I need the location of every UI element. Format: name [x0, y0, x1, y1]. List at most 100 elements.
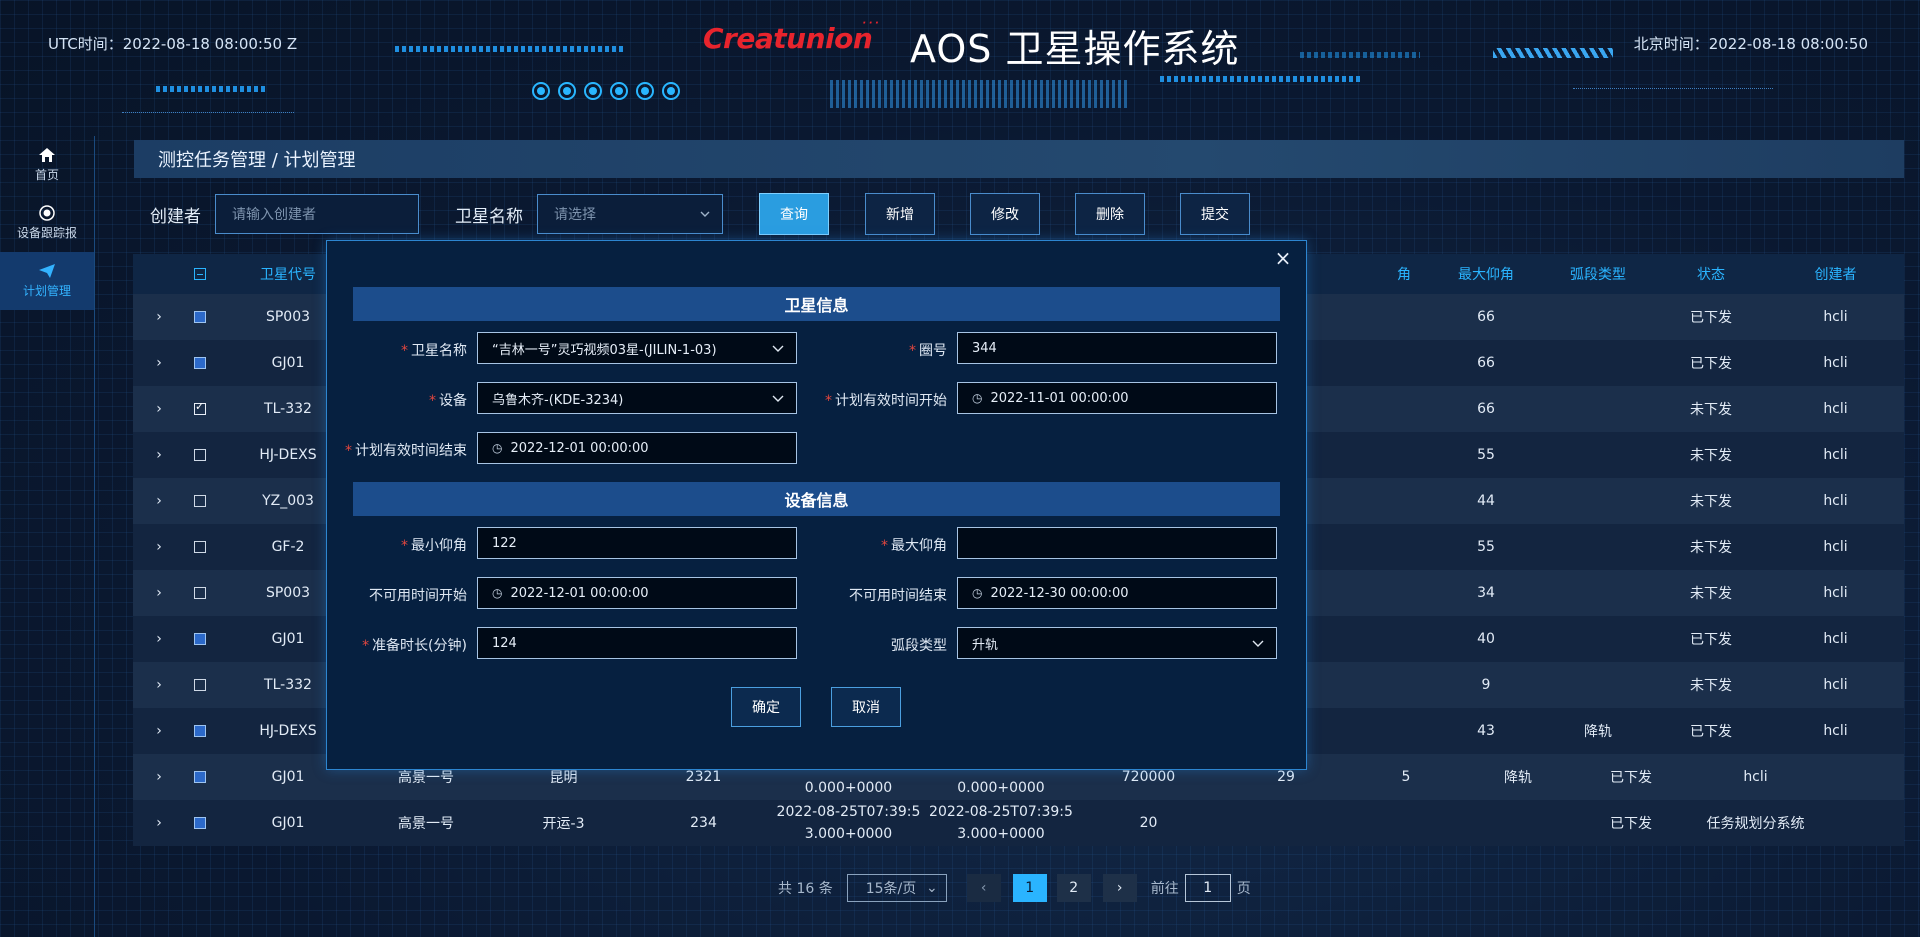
cell-status: 未下发	[1690, 540, 1732, 556]
cell-site: 昆明	[549, 770, 578, 786]
checkbox-icon	[194, 725, 206, 737]
cell-creator: hcli	[1823, 539, 1848, 555]
submit-button[interactable]: 提交	[1180, 193, 1250, 235]
row-checkbox[interactable]	[185, 815, 215, 831]
arc-type-select[interactable]: 升轨	[957, 627, 1277, 659]
min-elev-value: 122	[492, 535, 517, 551]
confirm-button[interactable]: 确定	[731, 687, 801, 727]
col-creator-header: 创建者	[1814, 267, 1857, 283]
prep-input[interactable]: 124	[477, 627, 797, 659]
page-2-button[interactable]: 2	[1056, 874, 1091, 902]
app-header: UTC时间：2022-08-18 08:00:50 Z Creatunion · …	[0, 0, 1920, 120]
row-checkbox[interactable]	[185, 631, 215, 647]
creator-placeholder: 请输入创建者	[232, 207, 316, 223]
header-deco-dash	[1160, 76, 1360, 82]
row-checkbox[interactable]	[185, 447, 215, 463]
add-button[interactable]: 新增	[865, 193, 935, 235]
delete-button[interactable]: 删除	[1075, 193, 1145, 235]
prev-page-button[interactable]: ‹	[966, 874, 1001, 902]
checkbox-icon	[194, 541, 206, 553]
expand-chevron-icon[interactable]: ›	[133, 401, 185, 417]
close-icon[interactable]: ×	[1274, 248, 1292, 268]
sidebar: 首页 设备跟踪报 计划管理	[0, 136, 95, 937]
cell-creator: hcli	[1823, 355, 1848, 371]
satellite-select[interactable]: 请选择	[537, 194, 723, 234]
chevron-down-icon	[700, 211, 710, 217]
unavail-start-value: 2022-12-01 00:00:00	[510, 585, 649, 601]
table-row[interactable]: › GJ01 高景一号 开运-3 234 2022-08-25T07:39:5 3…	[133, 800, 1904, 846]
expand-chevron-icon[interactable]: ›	[133, 677, 185, 693]
sat-name-select[interactable]: “吉林一号”灵巧视频03星-(JILIN-1-03)	[477, 332, 797, 364]
header-deco-dash	[156, 86, 266, 92]
checkbox-icon	[194, 311, 206, 323]
chevron-down-icon	[772, 345, 784, 352]
row-checkbox[interactable]	[185, 585, 215, 601]
expand-chevron-icon[interactable]: ›	[133, 355, 185, 371]
expand-chevron-icon[interactable]: ›	[133, 585, 185, 601]
creator-input[interactable]: 请输入创建者	[215, 194, 419, 234]
checkbox-icon	[194, 771, 206, 783]
row-checkbox[interactable]	[185, 309, 215, 325]
status-dot-icon	[584, 82, 602, 100]
expand-chevron-icon[interactable]: ›	[133, 631, 185, 647]
row-checkbox[interactable]	[185, 355, 215, 371]
cell-time-end: 2022-08-25T07:39:5 3.000+0000	[929, 804, 1073, 842]
sidebar-item-plan[interactable]: 计划管理	[0, 252, 94, 310]
col-status-header: 状态	[1697, 267, 1725, 283]
sidebar-item-label: 设备跟踪报	[16, 226, 77, 240]
plan-end-picker[interactable]: ◷ 2022-12-01 00:00:00	[477, 432, 797, 464]
row-checkbox[interactable]	[185, 493, 215, 509]
expand-chevron-icon[interactable]: ›	[133, 447, 185, 463]
cell-max-elev: 55	[1477, 539, 1495, 555]
status-dot-icon	[636, 82, 654, 100]
plan-start-picker[interactable]: ◷ 2022-11-01 00:00:00	[957, 382, 1277, 414]
device-select[interactable]: 乌鲁木齐-(KDE-3234)	[477, 382, 797, 414]
cell-number: 234	[690, 815, 717, 831]
edit-button[interactable]: 修改	[970, 193, 1040, 235]
plan-edit-dialog: × 卫星信息 * 卫星名称 “吉林一号”灵巧视频03星-(JILIN-1-03) …	[326, 240, 1307, 770]
sidebar-item-device-track[interactable]: 设备跟踪报	[0, 194, 94, 252]
page-size-select[interactable]: 15条/页 ⌄	[846, 874, 947, 902]
send-plane-icon	[39, 264, 55, 278]
row-checkbox[interactable]	[185, 677, 215, 693]
cell-max-elev: 9	[1481, 677, 1491, 693]
unavail-end-picker[interactable]: ◷ 2022-12-30 00:00:00	[957, 577, 1277, 609]
unavail-start-picker[interactable]: ◷ 2022-12-01 00:00:00	[477, 577, 797, 609]
sidebar-item-home[interactable]: 首页	[0, 136, 94, 194]
prep-value: 124	[492, 635, 517, 651]
orbit-input[interactable]: 344	[957, 332, 1277, 364]
total-count: 共 16 条	[778, 881, 833, 897]
row-checkbox[interactable]	[185, 769, 215, 785]
row-checkbox[interactable]	[185, 723, 215, 739]
checkbox-icon	[194, 817, 206, 829]
cell-site: 开运-3	[542, 816, 585, 832]
expand-chevron-icon[interactable]: ›	[133, 769, 185, 785]
cell-creator: 任务规划分系统	[1706, 816, 1805, 832]
cell-creator: hcli	[1823, 309, 1848, 325]
cell-max-elev: 66	[1477, 355, 1495, 371]
sat-name-value: “吉林一号”灵巧视频03星-(JILIN-1-03)	[492, 342, 717, 358]
expand-chevron-icon[interactable]: ›	[133, 309, 185, 325]
cell-status: 未下发	[1690, 678, 1732, 694]
expand-chevron-icon[interactable]: ›	[133, 723, 185, 739]
max-elev-input[interactable]	[957, 527, 1277, 559]
goto-input[interactable]: 1	[1184, 874, 1231, 902]
row-checkbox[interactable]	[185, 400, 215, 417]
select-all-checkbox[interactable]	[185, 266, 215, 282]
expand-chevron-icon[interactable]: ›	[133, 815, 185, 831]
min-elev-input[interactable]: 122	[477, 527, 797, 559]
sidebar-item-label: 计划管理	[22, 284, 71, 298]
page-1-button[interactable]: 1	[1012, 874, 1047, 902]
next-page-button[interactable]: ›	[1102, 874, 1137, 902]
unavail-start-label: 不可用时间开始	[369, 588, 467, 604]
system-title: AOS 卫星操作系统	[910, 27, 1240, 71]
cancel-button[interactable]: 取消	[831, 687, 901, 727]
plan-end-value: 2022-12-01 00:00:00	[510, 440, 649, 456]
query-button[interactable]: 查询	[759, 193, 829, 235]
unavail-end-value: 2022-12-30 00:00:00	[990, 585, 1129, 601]
expand-chevron-icon[interactable]: ›	[133, 539, 185, 555]
brand-logo: Creatunion · · ·	[703, 18, 879, 55]
checkbox-icon	[194, 679, 206, 691]
expand-chevron-icon[interactable]: ›	[133, 493, 185, 509]
row-checkbox[interactable]	[185, 539, 215, 555]
